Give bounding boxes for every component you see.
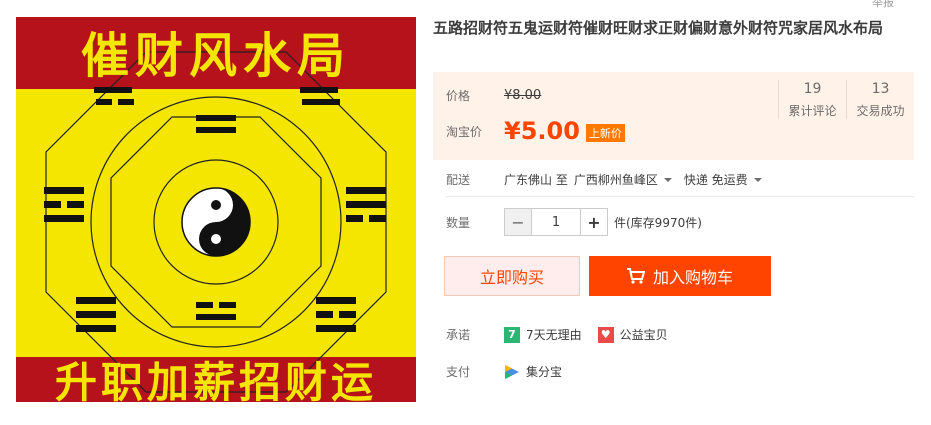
delivery-method-dropdown[interactable]: 快递 免运费 — [684, 171, 762, 188]
original-price: ¥8.00 — [504, 88, 542, 103]
reviews-count: 19 — [803, 81, 822, 97]
promo-badge: 上新价 — [585, 124, 625, 142]
decrease-button[interactable]: − — [505, 209, 531, 235]
transactions-label: 交易成功 — [856, 104, 905, 118]
delivery-method-value: 快递 免运费 — [683, 173, 748, 187]
promo-price: ¥5.00 — [504, 117, 580, 145]
payment-row: 支付 集分宝 — [446, 363, 578, 380]
shipping-row: 配送 广东佛山 至 广西柳州鱼峰区 快递 免运费 — [446, 171, 774, 188]
chevron-down-icon — [663, 177, 672, 182]
charity-heart-icon: ♥ — [597, 326, 614, 343]
original-price-label: 价格 — [446, 89, 471, 103]
promise-charity[interactable]: ♥ 公益宝贝 — [597, 326, 668, 343]
promise-label: 承诺 — [446, 328, 471, 342]
shipping-from: 广东佛山 至 — [504, 173, 568, 187]
payment-jifenbao[interactable]: 集分宝 — [504, 363, 562, 380]
promo-price-row: 淘宝价 ¥5.00 上新价 — [446, 117, 625, 145]
quantity-input[interactable] — [531, 209, 581, 235]
cart-icon — [626, 268, 645, 284]
transactions-count: 13 — [871, 81, 890, 97]
add-to-cart-label: 加入购物车 — [652, 268, 733, 287]
image-banner-top: 催财风水局 — [81, 28, 351, 84]
payment-label: 支付 — [446, 365, 471, 379]
add-to-cart-button[interactable]: 加入购物车 — [589, 256, 771, 296]
divider — [446, 196, 914, 197]
stats: 19 累计评论 13 交易成功 — [778, 80, 914, 119]
stat-reviews[interactable]: 19 累计评论 — [778, 80, 846, 119]
original-price-row: 价格 ¥8.00 — [446, 87, 541, 104]
price-panel: 价格 ¥8.00 淘宝价 ¥5.00 上新价 19 累计评论 13 交易成功 — [433, 72, 914, 160]
destination-value: 广西柳州鱼峰区 — [573, 173, 658, 187]
jifenbao-icon — [505, 364, 519, 379]
promise-row: 承诺 7 7天无理由 ♥ 公益宝贝 — [446, 326, 684, 343]
quantity-label: 数量 — [446, 215, 471, 230]
shipping-label: 配送 — [446, 173, 471, 187]
stat-transactions[interactable]: 13 交易成功 — [846, 80, 914, 119]
reviews-label: 累计评论 — [788, 104, 837, 118]
increase-button[interactable]: + — [581, 209, 607, 235]
buy-now-button[interactable]: 立即购买 — [444, 256, 580, 296]
stock-info: 件(库存9970件) — [614, 215, 702, 230]
quantity-row: 数量 − + 件(库存9970件) — [446, 208, 702, 236]
jifenbao-text: 集分宝 — [526, 365, 563, 379]
quantity-stepper: − + — [504, 208, 608, 236]
buy-now-label: 立即购买 — [479, 268, 544, 287]
promo-price-label: 淘宝价 — [446, 124, 483, 139]
image-banner-bottom: 升职加薪招财运 — [55, 358, 377, 402]
report-link[interactable]: 举报 — [872, 0, 894, 10]
seven-day-return-icon: 7 — [504, 326, 520, 343]
product-image[interactable]: 催财风水局 升职加薪招财运 — [16, 17, 416, 402]
promise-7day-text: 7天无理由 — [526, 328, 582, 342]
destination-dropdown[interactable]: 广西柳州鱼峰区 — [574, 171, 672, 188]
promise-7day-return[interactable]: 7 7天无理由 — [504, 326, 582, 343]
promise-charity-text: 公益宝贝 — [619, 328, 668, 342]
product-title: 五路招财符五鬼运财符催财旺财求正财偏财意外财符咒家居风水布局 — [433, 19, 884, 37]
chevron-down-icon — [753, 177, 762, 182]
